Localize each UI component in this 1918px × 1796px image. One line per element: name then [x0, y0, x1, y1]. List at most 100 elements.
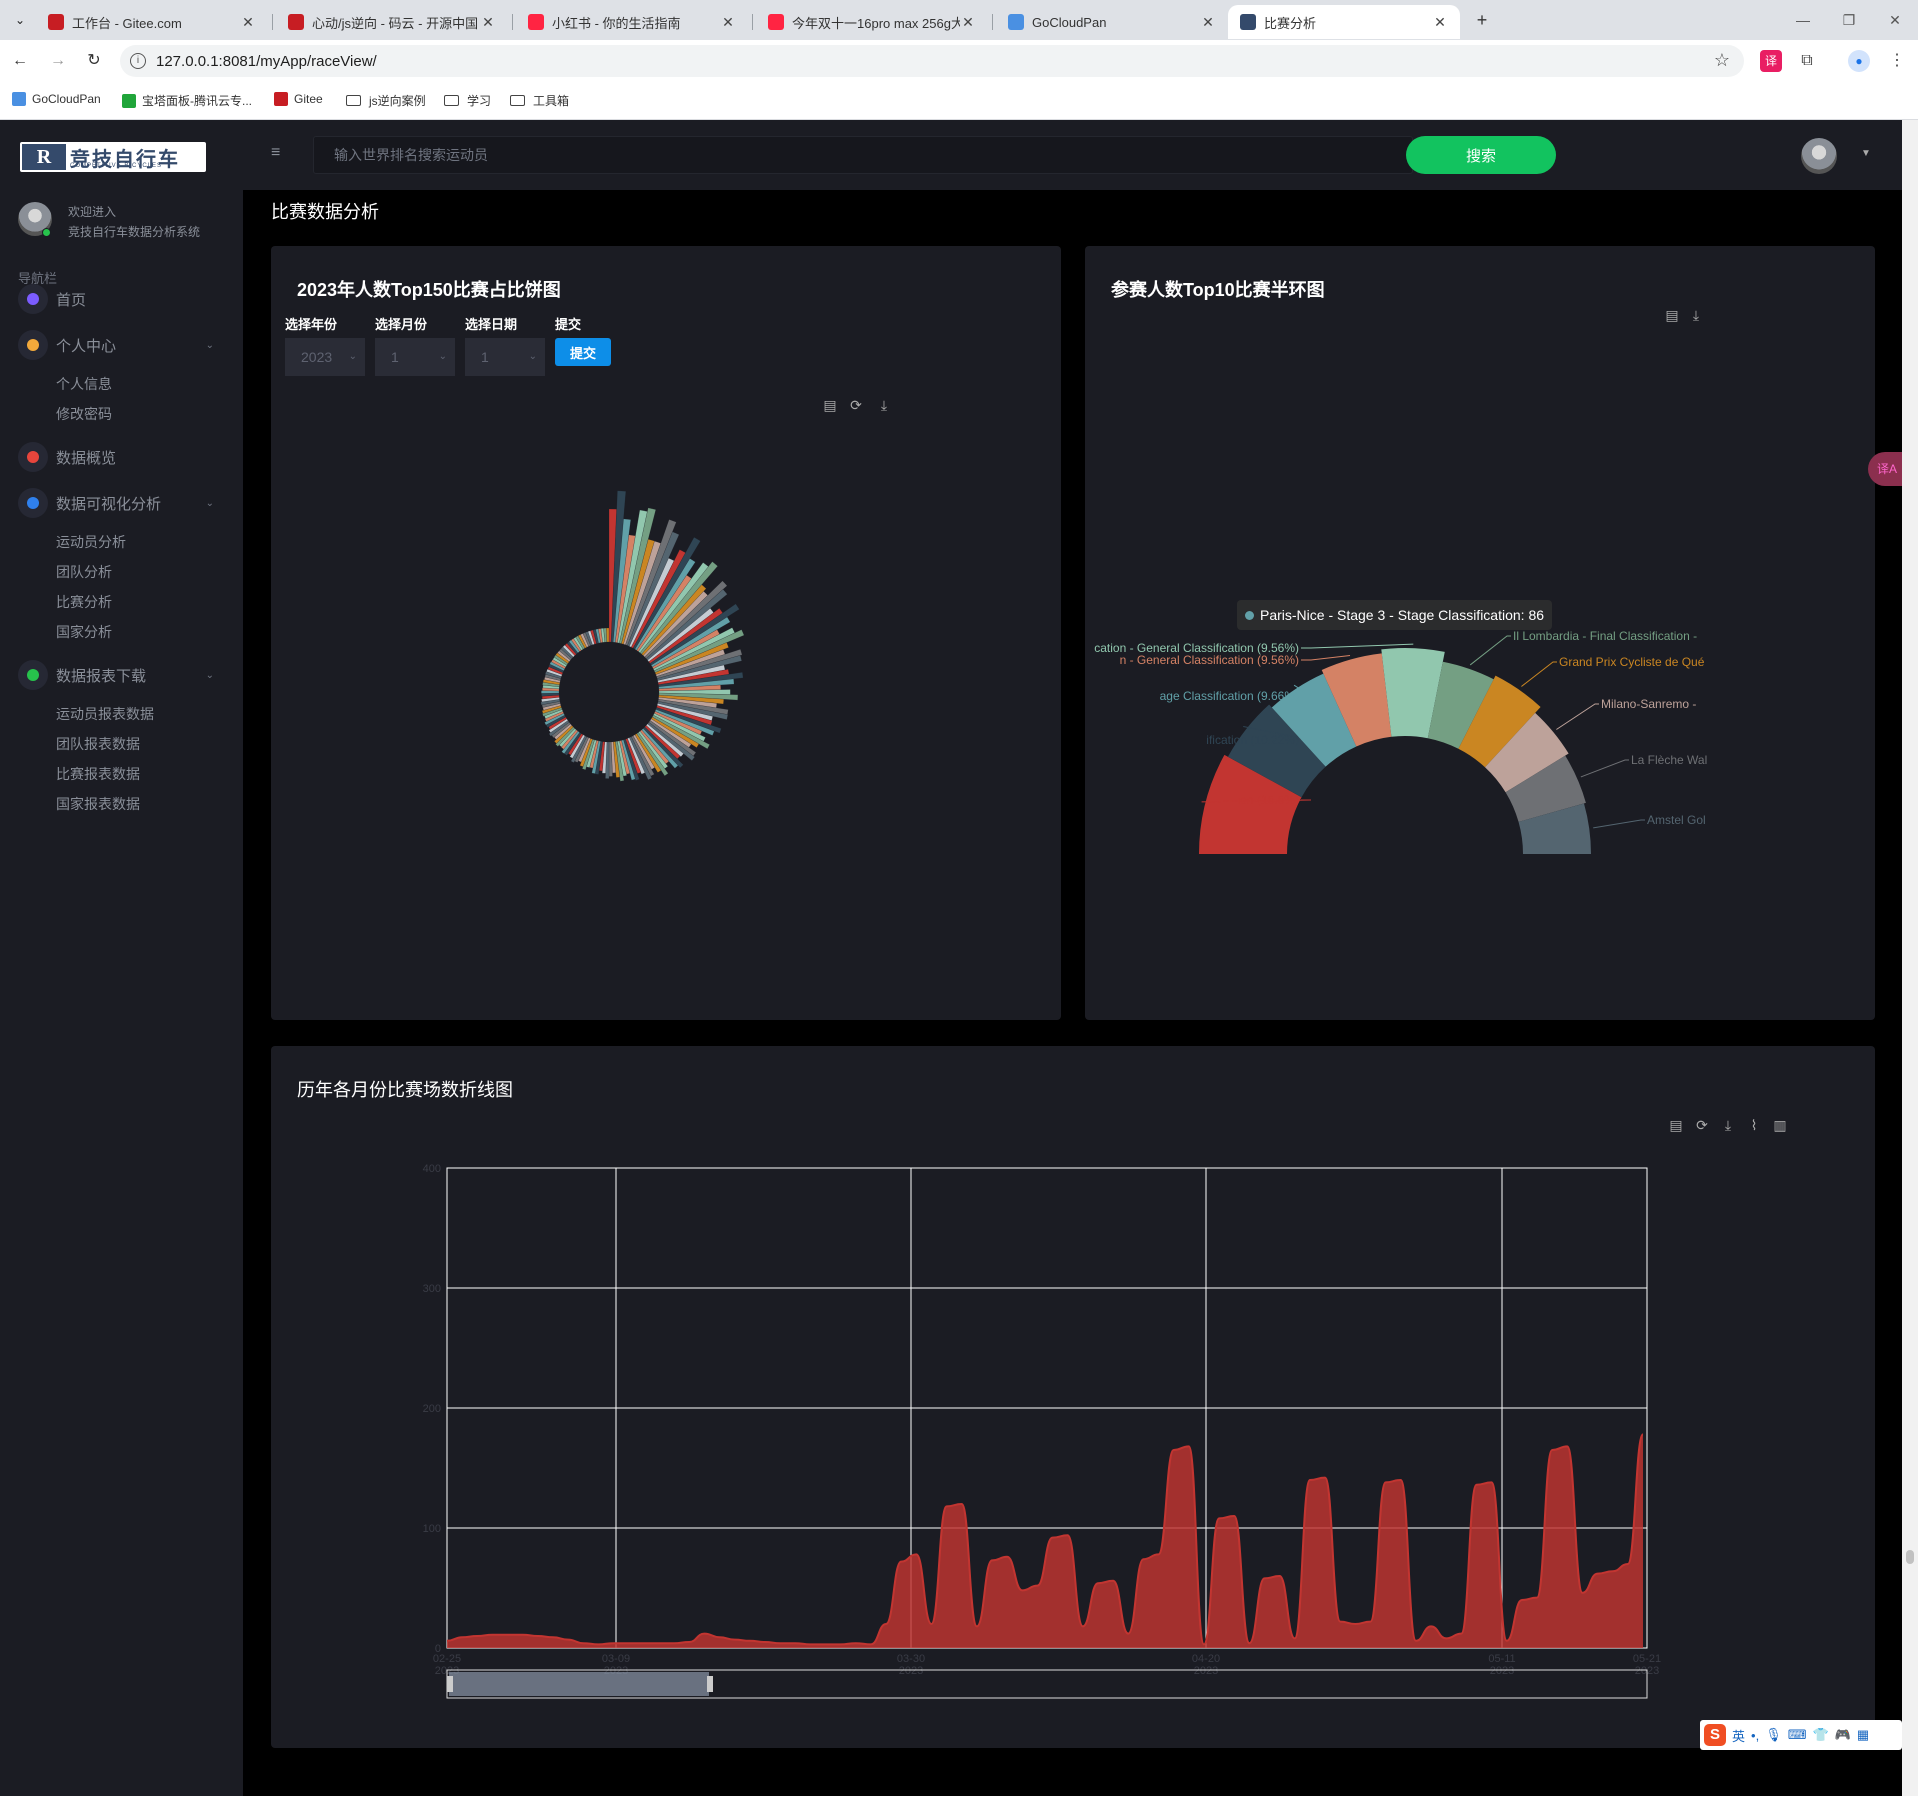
bookmark-item[interactable]: 宝塔面板-腾讯云专... — [122, 92, 252, 109]
bookmark-item[interactable]: GoCloudPan — [12, 92, 101, 106]
browser-tab[interactable]: 工作台 - Gitee.com ✕ — [36, 5, 268, 39]
sidebar-subitem[interactable]: 比赛分析 — [56, 592, 112, 612]
ime-keyboard-icon[interactable]: ⌨ — [1788, 1727, 1807, 1743]
label-line — [1521, 661, 1557, 687]
rose-pie-chart[interactable] — [271, 246, 1061, 1020]
tab-close-icon[interactable]: ✕ — [1432, 14, 1448, 31]
bookmark-item[interactable]: 学习 — [444, 92, 491, 109]
site-info-icon[interactable]: i — [130, 53, 146, 69]
sidebar-item-label: 数据概览 — [56, 449, 117, 467]
browser-tab[interactable]: 心动/js逆向 - 码云 - 开源中国 ✕ — [276, 5, 508, 39]
browser-tab[interactable]: 比赛分析 ✕ — [1228, 5, 1460, 39]
bookmark-item[interactable]: 工具箱 — [510, 92, 569, 109]
area-line-chart[interactable]: 010020030040002-25202303-09202303-302023… — [271, 1046, 1875, 1748]
tab-search-button[interactable]: ⌄ — [8, 8, 32, 32]
ime-toolbar[interactable]: S 英 •, 🎙 ⌨ 👕 🎮 ▦ — [1700, 1720, 1902, 1750]
minimize-button[interactable]: — — [1788, 8, 1818, 32]
sidebar-subitem[interactable]: 比赛报表数据 — [56, 764, 140, 784]
sidebar-subitem[interactable]: 国家报表数据 — [56, 794, 140, 814]
tab-title: 比赛分析 — [1264, 15, 1317, 31]
datazoom-handle-left[interactable] — [447, 1676, 453, 1692]
x-tick-year: 2023 — [1490, 1665, 1514, 1677]
ime-game-icon[interactable]: 🎮 — [1835, 1727, 1851, 1743]
user-avatar[interactable] — [1801, 138, 1837, 174]
scrollbar-thumb[interactable] — [1906, 1550, 1914, 1564]
label-line — [1301, 654, 1351, 661]
tab-close-icon[interactable]: ✕ — [480, 14, 496, 31]
sidebar-item[interactable]: 个人中心 ⌄ — [18, 330, 214, 360]
ime-menu-icon[interactable]: ▦ — [1857, 1727, 1869, 1743]
x-tick-label: 04-20 — [1192, 1653, 1220, 1665]
search-input[interactable] — [313, 136, 1413, 174]
restore-button[interactable]: ❐ — [1834, 8, 1864, 32]
page-scrollbar[interactable] — [1902, 120, 1918, 1796]
sidebar-subitem[interactable]: 个人信息 — [56, 374, 112, 394]
ime-skin-icon[interactable]: 👕 — [1812, 1727, 1828, 1743]
sidebar-item[interactable]: 数据概览 — [18, 442, 214, 472]
extensions-icon[interactable]: ⧉ — [1796, 50, 1818, 72]
semi-ring-label: Il Lombardia - Final Classification - — [1513, 629, 1697, 643]
user-dropdown-icon[interactable]: ▼ — [1861, 148, 1871, 159]
folder-icon — [444, 95, 459, 106]
sidebar-subitem[interactable]: 团队报表数据 — [56, 734, 140, 754]
sidebar-subitem[interactable]: 团队分析 — [56, 562, 112, 582]
ime-mic-icon[interactable]: 🎙 — [1765, 1727, 1782, 1743]
chevron-down-icon: ⌄ — [205, 497, 214, 509]
bookmark-star-icon[interactable]: ☆ — [1714, 50, 1730, 71]
sogou-ime-icon[interactable]: S — [1704, 1724, 1726, 1746]
profile-icon[interactable]: ● — [1848, 50, 1870, 72]
browser-tab[interactable]: 今年双十一16pro max 256g大 ✕ — [756, 5, 988, 39]
sidebar-item-label: 首页 — [56, 291, 87, 309]
tab-title: 小红书 - 你的生活指南 — [552, 15, 681, 31]
folder-icon — [346, 95, 361, 106]
menu-toggle-icon[interactable]: ≡ — [271, 144, 280, 162]
datazoom-window[interactable] — [449, 1672, 709, 1696]
sidebar-subitem[interactable]: 国家分析 — [56, 622, 112, 642]
tab-separator — [272, 14, 273, 30]
sidebar-subitem[interactable]: 运动员报表数据 — [56, 704, 154, 724]
ime-punct-icon[interactable]: •, — [1751, 1728, 1759, 1743]
close-window-button[interactable]: ✕ — [1880, 8, 1910, 32]
tab-close-icon[interactable]: ✕ — [1200, 14, 1216, 31]
tab-close-icon[interactable]: ✕ — [240, 14, 256, 31]
tab-close-icon[interactable]: ✕ — [720, 14, 736, 31]
y-tick-label: 400 — [423, 1163, 441, 1175]
tab-close-icon[interactable]: ✕ — [960, 14, 976, 31]
datazoom-handle-right[interactable] — [707, 1676, 713, 1692]
more-menu-icon[interactable]: ⋮ — [1886, 50, 1908, 72]
bookmark-favicon-icon — [122, 93, 136, 108]
sidebar-item[interactable]: 数据报表下载 ⌄ — [18, 660, 214, 690]
search-button[interactable]: 搜索 — [1406, 136, 1556, 174]
forward-button[interactable]: → — [46, 49, 70, 73]
tab-separator — [752, 14, 753, 30]
sidebar-item[interactable]: 数据可视化分析 ⌄ — [18, 488, 214, 518]
bookmark-favicon-icon — [12, 92, 26, 106]
folder-icon — [510, 95, 525, 106]
y-tick-label: 100 — [423, 1523, 441, 1535]
address-bar[interactable]: i 127.0.0.1:8081/myApp/raceView/ ☆ — [120, 45, 1744, 77]
semi-ring-chart-card: 参赛人数Top10比赛半环图 ▤ ⤓ ion (15.5%) ification … — [1085, 246, 1875, 1020]
sidebar-subitem[interactable]: 运动员分析 — [56, 532, 126, 552]
browser-tab[interactable]: GoCloudPan ✕ — [996, 5, 1228, 39]
sidebar: R 竞技自行车 COMPETITIVE BICYCLES 欢迎进入 竞技自行车数… — [0, 120, 243, 1796]
sidebar-subitem[interactable]: 修改密码 — [56, 404, 112, 424]
sidebar-item[interactable]: 首页 — [18, 284, 214, 314]
app-logo[interactable]: R 竞技自行车 COMPETITIVE BICYCLES — [20, 142, 206, 172]
pie-slice[interactable] — [606, 627, 610, 643]
pie-slice[interactable] — [541, 690, 560, 694]
label-line — [1593, 819, 1645, 829]
translate-extension-icon[interactable]: 译 — [1760, 50, 1782, 72]
bookmark-item[interactable]: js逆向案例 — [346, 92, 426, 109]
browser-tab[interactable]: 小红书 - 你的生活指南 ✕ — [516, 5, 748, 39]
semi-ring-chart[interactable]: ion (15.5%) ification (10.22%) age Classif… — [1085, 246, 1875, 1020]
bookmark-item[interactable]: Gitee — [274, 92, 323, 106]
ime-lang-toggle[interactable]: 英 — [1732, 1726, 1745, 1745]
back-button[interactable]: ← — [8, 49, 32, 73]
reload-button[interactable]: ↻ — [82, 49, 106, 73]
line-chart-card: 历年各月份比赛场数折线图 ▤ ⟳ ⤓ ⌇ ▥ 0 100 200 300 400 02-2… — [271, 1046, 1875, 1748]
translate-float-button[interactable]: 译A — [1868, 452, 1902, 486]
bookmark-label: js逆向案例 — [369, 94, 426, 108]
new-tab-button[interactable]: + — [1470, 8, 1494, 32]
semi-ring-label: cation - General Classification (9.56%) — [1094, 641, 1299, 655]
browser-toolbar: ← → ↻ i 127.0.0.1:8081/myApp/raceView/ ☆… — [0, 40, 1918, 82]
